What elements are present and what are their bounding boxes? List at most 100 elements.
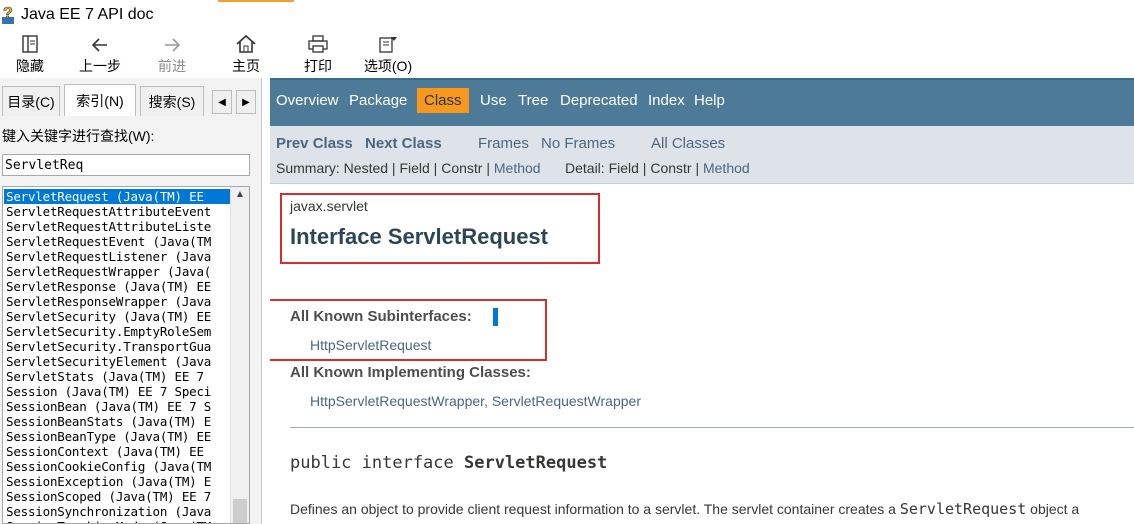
- nav-index[interactable]: Index: [648, 92, 685, 109]
- frames-link[interactable]: Frames: [478, 135, 529, 152]
- index-result-item[interactable]: SessionException (Java(TM) E: [4, 474, 230, 489]
- index-result-item[interactable]: ServletResponseWrapper (Java: [4, 294, 230, 309]
- detail-line: Detail: Field | Constr | Method: [565, 160, 750, 176]
- next-class-link[interactable]: Next Class: [365, 135, 442, 152]
- hide-label: 隐藏: [16, 58, 44, 74]
- scrollbar-thumb[interactable]: [233, 499, 247, 523]
- nav-overview[interactable]: Overview: [276, 92, 339, 109]
- index-result-item[interactable]: ServletSecurity (Java(TM) EE: [4, 309, 230, 324]
- all-classes-link[interactable]: All Classes: [651, 135, 725, 152]
- tab-scroll-right-icon[interactable]: ▶: [236, 90, 256, 114]
- implementing-link-1[interactable]: HttpServletRequestWrapper: [310, 393, 484, 409]
- keyword-input[interactable]: ServletReq: [2, 154, 250, 176]
- index-result-item[interactable]: SessionSynchronization (Java: [4, 504, 230, 519]
- nav-help[interactable]: Help: [694, 92, 725, 109]
- text-cursor: [493, 308, 498, 326]
- back-button[interactable]: 上一步: [76, 30, 124, 78]
- tab-index[interactable]: 索引(N): [64, 84, 136, 116]
- index-result-list[interactable]: ServletRequest (Java(TM) EE ServletReques…: [2, 186, 250, 524]
- index-result-items: ServletRequest (Java(TM) EE ServletReques…: [4, 189, 230, 523]
- index-result-item[interactable]: ServletResponse (Java(TM) EE: [4, 279, 230, 294]
- toolbar: 隐藏 上一步 前进 主页 打印 选项(O): [0, 30, 1134, 78]
- doc-content: Overview Package Class Use Tree Deprecat…: [270, 78, 1134, 524]
- title-accent-strip: [218, 0, 294, 2]
- index-result-item[interactable]: SessionContext (Java(TM) EE: [4, 444, 230, 459]
- subinterface-link[interactable]: HttpServletRequest: [310, 337, 431, 353]
- nav-deprecated[interactable]: Deprecated: [560, 92, 638, 109]
- nav-class[interactable]: Class: [417, 88, 469, 113]
- index-result-item[interactable]: ServletSecurityElement (Java: [4, 354, 230, 369]
- home-label: 主页: [232, 58, 260, 74]
- index-result-item[interactable]: SessionBeanType (Java(TM) EE: [4, 429, 230, 444]
- subinterfaces-label: All Known Subinterfaces:: [290, 308, 472, 325]
- index-result-item[interactable]: Session (Java(TM) EE 7 Speci: [4, 384, 230, 399]
- tab-scroll-left-icon[interactable]: ◀: [212, 90, 232, 114]
- summary-line: Summary: Nested | Field | Constr | Metho…: [276, 160, 541, 176]
- index-result-item[interactable]: ServletRequestListener (Java: [4, 249, 230, 264]
- navigation-pane: 目录(C) 索引(N) 搜索(S) ◀ ▶ 键入关键字进行查找(W): Serv…: [0, 78, 262, 524]
- implementing-link-2[interactable]: ServletRequestWrapper: [492, 393, 641, 409]
- tab-contents[interactable]: 目录(C): [2, 86, 60, 116]
- window-title: Java EE 7 API doc: [21, 6, 154, 23]
- implementing-classes: HttpServletRequestWrapper, ServletReques…: [310, 393, 641, 409]
- detail-prefix: Detail: Field | Constr |: [565, 160, 703, 176]
- svg-text:?: ?: [3, 5, 13, 22]
- nav-package[interactable]: Package: [349, 92, 407, 109]
- back-label: 上一步: [79, 58, 121, 74]
- result-list-scrollbar[interactable]: ▲: [230, 187, 249, 523]
- interface-declaration: public interface ServletRequest: [290, 453, 607, 473]
- interface-title: Interface ServletRequest: [290, 224, 548, 249]
- description-tail: object a: [1026, 501, 1080, 517]
- index-result-item[interactable]: ServletStats (Java(TM) EE 7: [4, 369, 230, 384]
- index-result-item[interactable]: ServletSecurity.TransportGua: [4, 339, 230, 354]
- hide-pane-icon: [20, 30, 40, 54]
- section-divider: [290, 427, 1134, 428]
- index-result-item[interactable]: SessionScoped (Java(TM) EE 7: [4, 489, 230, 504]
- forward-button[interactable]: 前进: [152, 30, 192, 78]
- scroll-up-icon[interactable]: ▲: [235, 189, 245, 200]
- printer-icon: [307, 30, 329, 54]
- implementing-classes-label: All Known Implementing Classes:: [290, 364, 531, 381]
- index-result-item[interactable]: ServletRequestEvent (Java(TM: [4, 234, 230, 249]
- summary-prefix: Summary: Nested | Field | Constr |: [276, 160, 494, 176]
- index-result-item[interactable]: ServletRequestAttributeListe: [4, 219, 230, 234]
- no-frames-link[interactable]: No Frames: [541, 135, 615, 152]
- back-arrow-icon: [90, 30, 110, 54]
- options-label: 选项(O): [363, 58, 413, 74]
- index-result-item[interactable]: ServletRequest (Java(TM) EE: [4, 189, 230, 204]
- options-icon: [377, 30, 399, 54]
- top-nav-bar: Overview Package Class Use Tree Deprecat…: [270, 78, 1134, 126]
- home-icon: [235, 30, 257, 54]
- index-result-item[interactable]: SessionCookieConfig (Java(TM: [4, 459, 230, 474]
- index-result-item[interactable]: SessionBeanStats (Java(TM) E: [4, 414, 230, 429]
- nav-tabs: 目录(C) 索引(N) 搜索(S) ◀ ▶: [0, 84, 262, 116]
- index-result-item[interactable]: SessionTrackingMode (Java(TM: [4, 519, 230, 523]
- package-name: javax.servlet: [290, 198, 368, 214]
- index-result-item[interactable]: ServletRequestWrapper (Java(: [4, 264, 230, 279]
- prev-class-link[interactable]: Prev Class: [276, 135, 353, 152]
- hide-button[interactable]: 隐藏: [10, 30, 50, 78]
- index-result-item[interactable]: ServletRequestAttributeEvent: [4, 204, 230, 219]
- declaration-name: ServletRequest: [464, 453, 608, 473]
- interface-description: Defines an object to provide client requ…: [290, 500, 1079, 518]
- detail-method-link[interactable]: Method: [703, 160, 750, 176]
- sub-nav-bar: Prev Class Next Class Frames No Frames A…: [270, 126, 1134, 184]
- nav-use[interactable]: Use: [480, 92, 507, 109]
- forward-arrow-icon: [162, 30, 182, 54]
- options-button[interactable]: 选项(O): [360, 30, 416, 78]
- print-button[interactable]: 打印: [298, 30, 338, 78]
- description-code: ServletRequest: [899, 500, 1027, 518]
- index-result-item[interactable]: ServletSecurity.EmptyRoleSem: [4, 324, 230, 339]
- keyword-label: 键入关键字进行查找(W):: [2, 128, 155, 144]
- summary-method-link[interactable]: Method: [494, 160, 541, 176]
- print-label: 打印: [304, 58, 332, 74]
- index-result-item[interactable]: SessionBean (Java(TM) EE 7 S: [4, 399, 230, 414]
- description-text: Defines an object to provide client requ…: [290, 501, 900, 517]
- forward-label: 前进: [158, 58, 186, 74]
- tab-search[interactable]: 搜索(S): [140, 86, 204, 116]
- nav-tree[interactable]: Tree: [518, 92, 548, 109]
- home-button[interactable]: 主页: [226, 30, 266, 78]
- title-bar: ? Java EE 7 API doc: [0, 0, 1134, 30]
- implementing-separator: ,: [484, 393, 492, 409]
- declaration-prefix: public interface: [290, 453, 464, 473]
